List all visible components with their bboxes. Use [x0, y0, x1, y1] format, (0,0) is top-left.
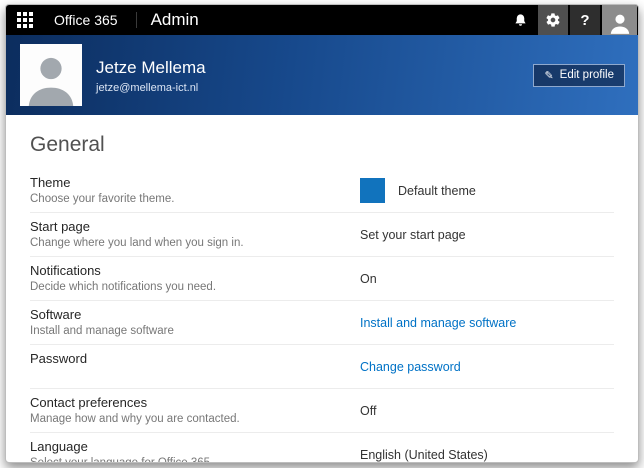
row-title-software: Software: [30, 307, 82, 322]
row-desc-contact-preferences: Manage how and why you are contacted.: [30, 413, 240, 425]
theme-color-swatch[interactable]: [360, 178, 385, 203]
settings-row-notifications[interactable]: Notifications Decide which notifications…: [30, 257, 614, 301]
edit-profile-button[interactable]: ✎ Edit profile: [533, 63, 625, 87]
brand-office365[interactable]: Office 365: [54, 12, 118, 28]
section-title-admin: Admin: [150, 10, 199, 29]
help-icon: ?: [580, 11, 590, 29]
top-navigation-bar: Office 365 Admin ?: [6, 5, 638, 35]
row-desc-theme: Choose your favorite theme.: [30, 193, 175, 205]
settings-button[interactable]: [538, 5, 568, 35]
avatar-person-icon: [607, 5, 633, 36]
profile-email: jetze@mellema-ict.nl: [96, 81, 199, 94]
settings-row-password[interactable]: Password Change password: [30, 345, 614, 389]
row-title-theme: Theme: [30, 175, 71, 190]
help-button[interactable]: ?: [570, 5, 600, 35]
row-title-start-page: Start page: [30, 219, 90, 234]
notifications-button[interactable]: [504, 5, 536, 35]
row-value-start-page: Set your start page: [360, 227, 466, 242]
row-title-notifications: Notifications: [30, 263, 101, 278]
app-launcher-button[interactable]: [6, 5, 44, 35]
settings-row-contact-preferences[interactable]: Contact preferences Manage how and why y…: [30, 389, 614, 433]
settings-content: General Theme Choose your favorite theme…: [6, 115, 638, 463]
row-value-notifications: On: [360, 271, 377, 286]
profile-header: Jetze Mellema jetze@mellema-ict.nl ✎ Edi…: [6, 35, 638, 115]
row-title-language: Language: [30, 439, 88, 454]
settings-row-language[interactable]: Language Select your language for Office…: [30, 433, 614, 463]
waffle-icon: [17, 12, 33, 28]
edit-profile-label: Edit profile: [559, 69, 614, 81]
row-title-contact-preferences: Contact preferences: [30, 395, 148, 410]
row-desc-notifications: Decide which notifications you need.: [30, 281, 217, 293]
page-title: General: [30, 133, 105, 156]
settings-row-software[interactable]: Software Install and manage software Ins…: [30, 301, 614, 345]
topbar-divider: [135, 12, 137, 28]
row-title-password: Password: [30, 351, 88, 366]
install-manage-software-link[interactable]: Install and manage software: [360, 316, 516, 330]
row-desc-software: Install and manage software: [30, 325, 174, 337]
gear-icon: [545, 12, 561, 28]
change-password-link[interactable]: Change password: [360, 360, 461, 374]
row-value-theme: Default theme: [398, 183, 476, 198]
account-avatar-button[interactable]: [602, 5, 637, 35]
row-value-contact-preferences: Off: [360, 403, 377, 418]
settings-row-theme[interactable]: Theme Choose your favorite theme. Defaul…: [30, 169, 614, 213]
pencil-icon: ✎: [544, 69, 554, 82]
settings-row-start-page[interactable]: Start page Change where you land when yo…: [30, 213, 614, 257]
row-value-language: English (United States): [360, 447, 488, 462]
profile-name: Jetze Mellema: [96, 57, 206, 77]
bell-icon: [513, 13, 528, 28]
office365-admin-window: Office 365 Admin ? Jetze Mellema jetze@m…: [5, 4, 639, 463]
row-desc-language: Select your language for Office 365.: [30, 457, 214, 463]
profile-photo[interactable]: [20, 44, 82, 106]
person-silhouette-icon: [22, 48, 80, 106]
row-desc-start-page: Change where you land when you sign in.: [30, 237, 244, 249]
